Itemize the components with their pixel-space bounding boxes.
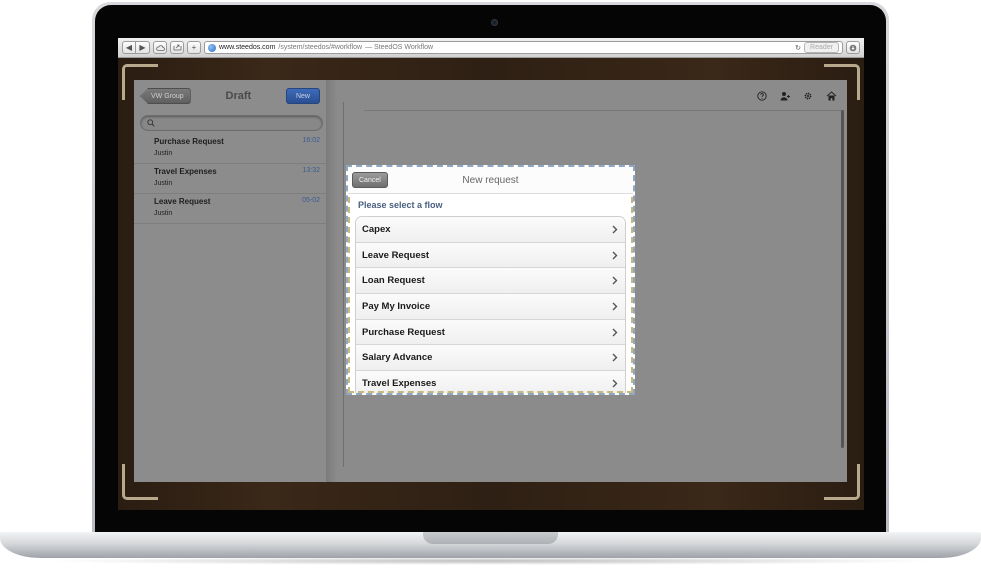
item-user: Justin bbox=[154, 210, 173, 217]
home-icon[interactable] bbox=[825, 90, 837, 102]
chevron-right-icon bbox=[612, 251, 618, 260]
globe-icon bbox=[208, 43, 216, 52]
pane-divider-line bbox=[343, 102, 344, 467]
gear-icon[interactable] bbox=[802, 90, 814, 102]
flow-label: Loan Request bbox=[362, 275, 425, 287]
search-input[interactable] bbox=[158, 117, 308, 129]
flow-label: Salary Advance bbox=[362, 352, 433, 364]
item-user: Justin bbox=[154, 150, 173, 157]
icloud-icon[interactable] bbox=[153, 41, 167, 54]
flow-item-capex[interactable]: Capex bbox=[356, 217, 625, 243]
flow-item-travel-expenses[interactable]: Travel Expenses bbox=[356, 371, 625, 393]
chevron-right-icon bbox=[612, 353, 618, 362]
cancel-button[interactable]: Cancel bbox=[352, 172, 388, 188]
master-title: Draft bbox=[225, 90, 252, 102]
item-time: 05-02 bbox=[302, 197, 320, 204]
chevron-right-icon bbox=[612, 328, 618, 337]
camera bbox=[491, 19, 498, 26]
new-tab-button[interactable]: + bbox=[187, 41, 201, 54]
list-item[interactable]: Purchase Request Justin 16:02 bbox=[134, 134, 326, 164]
share-icon[interactable] bbox=[170, 41, 184, 54]
item-title: Purchase Request bbox=[154, 137, 224, 146]
group-back-button[interactable]: VW Group bbox=[140, 88, 191, 104]
back-arrow-icon[interactable]: ◀ bbox=[122, 41, 136, 54]
item-title: Leave Request bbox=[154, 197, 211, 206]
scrollbar[interactable] bbox=[841, 110, 844, 448]
item-time: 13:32 bbox=[302, 167, 320, 174]
dialog-header: Cancel New request bbox=[348, 167, 633, 194]
nav-buttons: ◀ ▶ bbox=[122, 41, 150, 54]
laptop-stage: ◀ ▶ + www.steedos.com/system/steedos/#wo… bbox=[0, 0, 981, 575]
item-title: Travel Expenses bbox=[154, 167, 217, 176]
detail-toolbar bbox=[756, 90, 837, 102]
detail-header-line bbox=[364, 110, 841, 111]
url-domain: www.steedos.com bbox=[219, 44, 276, 51]
downloads-icon[interactable] bbox=[846, 41, 860, 54]
master-header: VW Group Draft New bbox=[134, 80, 326, 112]
reload-icon[interactable]: ↻ bbox=[795, 44, 801, 52]
laptop-shadow bbox=[40, 557, 941, 565]
flow-label: Purchase Request bbox=[362, 326, 445, 338]
draft-list: Purchase Request Justin 16:02 Travel Exp… bbox=[134, 134, 326, 224]
app-frame: VW Group Draft New Purchase Request Just… bbox=[118, 58, 864, 510]
reader-button[interactable]: Reader bbox=[804, 42, 839, 53]
user-add-icon[interactable] bbox=[779, 90, 791, 102]
url-path: /system/steedos/#workflow bbox=[278, 44, 363, 51]
chevron-right-icon bbox=[612, 276, 618, 285]
dialog-title: New request bbox=[462, 174, 519, 186]
flow-label: Capex bbox=[362, 223, 391, 235]
list-item[interactable]: Travel Expenses Justin 13:32 bbox=[134, 164, 326, 194]
flow-item-salary-advance[interactable]: Salary Advance bbox=[356, 345, 625, 372]
browser-toolbar: ◀ ▶ + www.steedos.com/system/steedos/#wo… bbox=[118, 38, 864, 58]
select-flow-label: Please select a flow bbox=[358, 200, 443, 210]
flow-item-pay-my-invoice[interactable]: Pay My Invoice bbox=[356, 294, 625, 320]
flow-label: Leave Request bbox=[362, 249, 430, 261]
flow-label: Pay My Invoice bbox=[362, 300, 431, 312]
flow-item-leave-request[interactable]: Leave Request bbox=[356, 242, 625, 269]
flow-label: Travel Expenses bbox=[362, 378, 437, 390]
search-field[interactable] bbox=[140, 115, 323, 131]
new-request-dialog: Cancel New request Please select a flow … bbox=[346, 165, 635, 395]
chevron-right-icon bbox=[612, 302, 618, 311]
forward-arrow-icon[interactable]: ▶ bbox=[136, 41, 150, 54]
help-icon[interactable] bbox=[756, 90, 768, 102]
address-bar[interactable]: www.steedos.com/system/steedos/#workflow… bbox=[204, 41, 843, 54]
list-item[interactable]: Leave Request Justin 05-02 bbox=[134, 194, 326, 224]
item-user: Justin bbox=[154, 180, 173, 187]
search-icon bbox=[147, 119, 155, 127]
laptop-notch bbox=[423, 532, 558, 544]
page-title: — SteedOS Workflow bbox=[365, 44, 434, 51]
chevron-right-icon bbox=[612, 225, 618, 234]
new-button[interactable]: New bbox=[285, 88, 320, 104]
chevron-right-icon bbox=[612, 379, 618, 388]
flow-item-purchase-request[interactable]: Purchase Request bbox=[356, 319, 625, 346]
master-pane: VW Group Draft New Purchase Request Just… bbox=[134, 80, 326, 482]
flow-list: Capex Leave Request Loan Request Pay My … bbox=[355, 216, 626, 393]
workflow-app: VW Group Draft New Purchase Request Just… bbox=[134, 80, 847, 482]
item-time: 16:02 bbox=[302, 137, 320, 144]
screen: ◀ ▶ + www.steedos.com/system/steedos/#wo… bbox=[118, 38, 864, 510]
flow-item-loan-request[interactable]: Loan Request bbox=[356, 268, 625, 295]
